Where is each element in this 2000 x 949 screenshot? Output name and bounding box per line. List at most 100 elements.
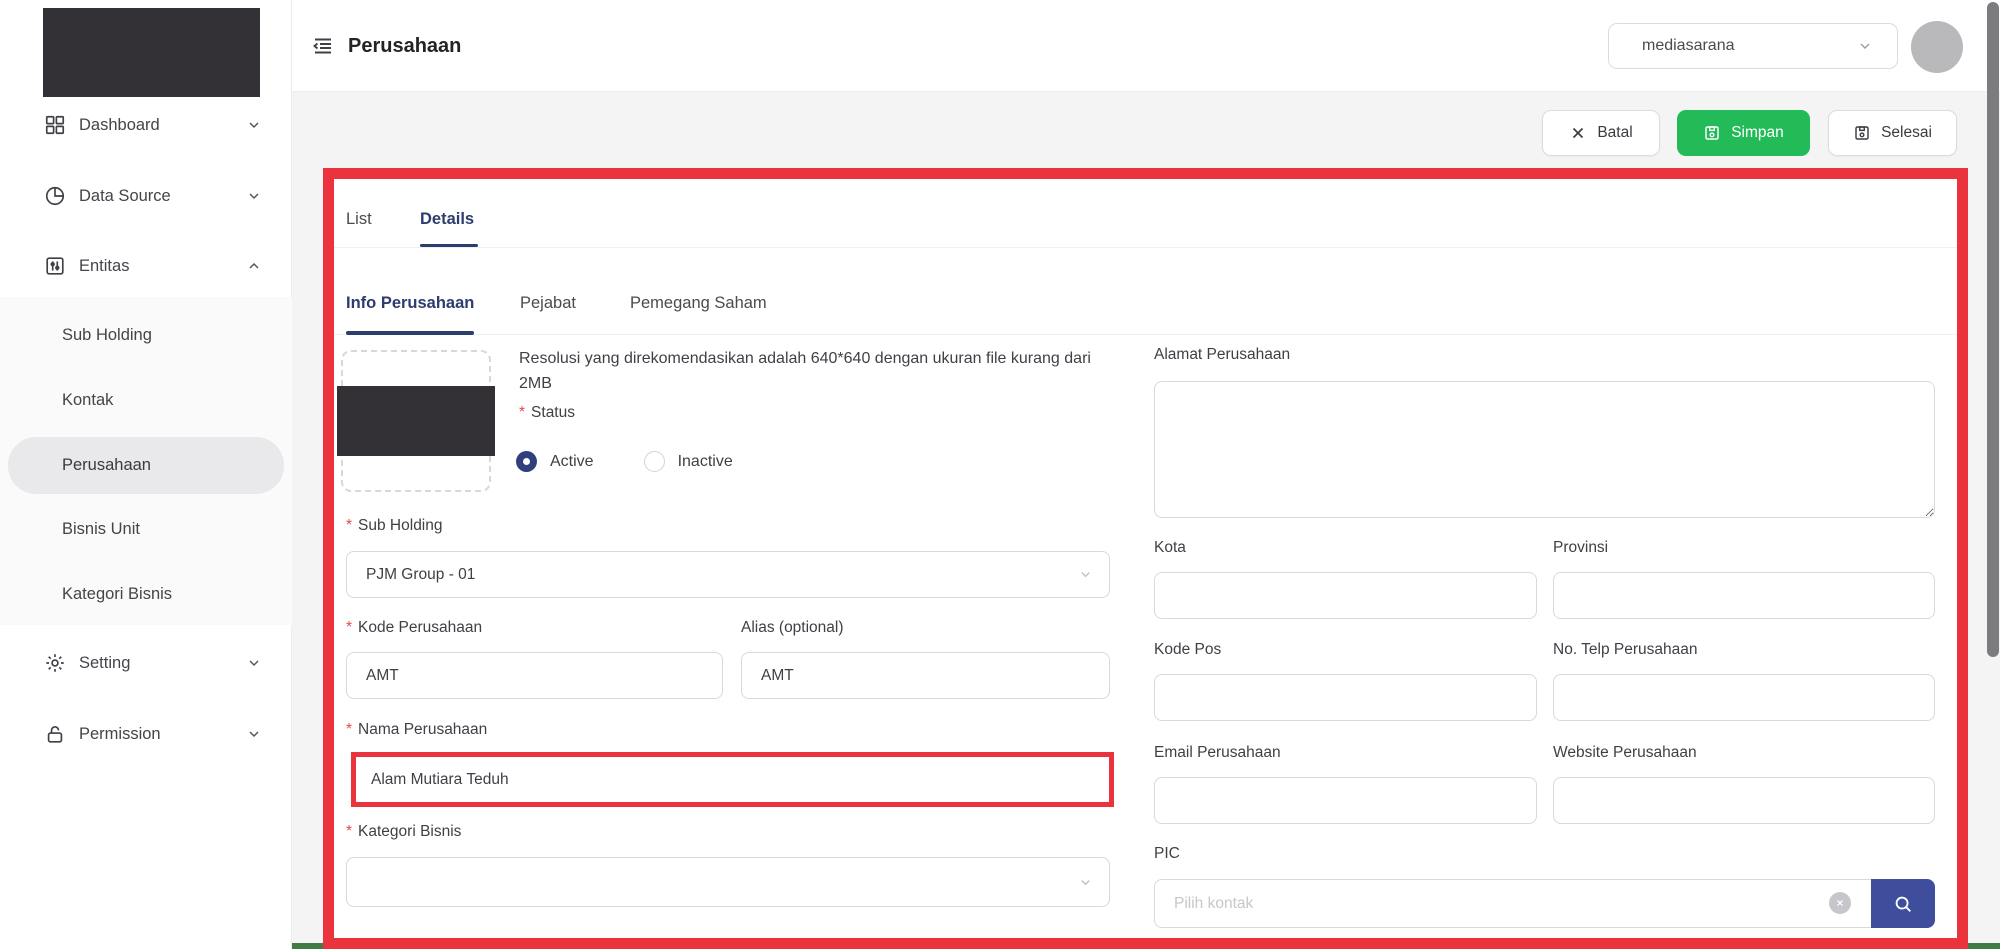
kategori-bisnis-select[interactable] xyxy=(346,857,1110,907)
save-icon xyxy=(1853,124,1871,142)
app-logo xyxy=(43,8,260,97)
subtab-pemegang-saham[interactable]: Pemegang Saham xyxy=(630,294,767,313)
sidebar-item-entitas[interactable]: Entitas xyxy=(0,246,292,286)
save-icon xyxy=(1703,124,1721,142)
kode-pos-input[interactable] xyxy=(1154,674,1537,721)
kode-perusahaan-input[interactable] xyxy=(346,652,723,699)
chevron-down-icon xyxy=(1078,567,1093,582)
tab-details[interactable]: Details xyxy=(420,210,474,229)
sidebar-item-setting[interactable]: Setting xyxy=(0,643,292,683)
chevron-down-icon xyxy=(246,117,262,133)
sidebar-item-label: Perusahaan xyxy=(62,456,151,475)
website-input[interactable] xyxy=(1553,777,1935,824)
provinsi-label: Provinsi xyxy=(1553,539,1608,557)
grid-icon xyxy=(44,114,66,136)
sidebar-item-kategori-bisnis[interactable]: Kategori Bisnis xyxy=(0,574,292,614)
radio-inactive-label: Inactive xyxy=(678,453,733,471)
email-label: Email Perusahaan xyxy=(1154,744,1281,762)
search-button[interactable] xyxy=(1871,879,1935,928)
entitas-submenu: Sub Holding Kontak Perusahaan Bisnis Uni… xyxy=(0,297,292,625)
sliders-icon xyxy=(44,255,66,277)
save-button-label: Simpan xyxy=(1731,124,1784,142)
sidebar: Dashboard Data Source Entitas Sub Holdin… xyxy=(0,0,292,949)
sidebar-item-label: Bisnis Unit xyxy=(62,520,140,539)
lock-icon xyxy=(44,723,66,745)
sidebar-item-label: Dashboard xyxy=(79,116,160,135)
sidebar-item-perusahaan-active[interactable]: Perusahaan xyxy=(8,437,284,494)
chevron-down-icon xyxy=(246,655,262,671)
finish-button-label: Selesai xyxy=(1881,124,1932,142)
avatar[interactable] xyxy=(1911,21,1963,73)
website-label: Website Perusahaan xyxy=(1553,744,1697,762)
sub-holding-label: *Sub Holding xyxy=(346,517,443,535)
subtab-info-perusahaan[interactable]: Info Perusahaan xyxy=(346,294,474,313)
sidebar-item-label: Entitas xyxy=(79,257,129,276)
sidebar-item-label: Kontak xyxy=(62,391,113,410)
chevron-down-icon xyxy=(246,726,262,742)
upload-hint-text: Resolusi yang direkomendasikan adalah 64… xyxy=(519,346,1099,396)
sidebar-item-dashboard[interactable]: Dashboard xyxy=(0,105,292,145)
kode-perusahaan-label: *Kode Perusahaan xyxy=(346,619,482,637)
telp-input[interactable] xyxy=(1553,674,1935,721)
sidebar-item-label: Permission xyxy=(79,725,161,744)
close-icon xyxy=(1569,124,1587,142)
tab-details-underline xyxy=(420,244,478,247)
top-header: Perusahaan mediasarana xyxy=(292,0,2000,92)
pie-chart-icon xyxy=(44,185,66,207)
status-radio-group: Active Inactive xyxy=(516,451,733,472)
search-icon xyxy=(1892,893,1914,915)
radio-inactive[interactable] xyxy=(644,451,665,472)
subtab-active-underline xyxy=(346,331,474,335)
menu-fold-icon[interactable] xyxy=(311,34,335,58)
divider xyxy=(334,334,1957,335)
alamat-textarea[interactable] xyxy=(1154,381,1935,518)
cancel-button-label: Batal xyxy=(1597,124,1632,142)
vertical-scrollbar-thumb[interactable] xyxy=(1987,2,1999,657)
pic-field-group xyxy=(1154,879,1935,928)
required-marker: * xyxy=(519,404,525,421)
chevron-down-icon xyxy=(246,188,262,204)
pic-label: PIC xyxy=(1154,845,1180,863)
sidebar-item-label: Kategori Bisnis xyxy=(62,585,172,604)
tab-list[interactable]: List xyxy=(346,210,372,229)
kota-label: Kota xyxy=(1154,539,1186,557)
alias-input[interactable] xyxy=(741,652,1110,699)
subtab-pejabat[interactable]: Pejabat xyxy=(520,294,576,313)
workspace-select-value: mediasarana xyxy=(1642,37,1735,55)
kode-pos-label: Kode Pos xyxy=(1154,641,1221,659)
gear-icon xyxy=(44,652,66,674)
alias-label: Alias (optional) xyxy=(741,619,844,637)
sidebar-item-sub-holding[interactable]: Sub Holding xyxy=(0,315,292,355)
workspace-select[interactable]: mediasarana xyxy=(1608,23,1898,69)
sidebar-item-permission[interactable]: Permission xyxy=(0,714,292,754)
annotation-red-highlight xyxy=(351,752,1114,807)
sidebar-item-kontak[interactable]: Kontak xyxy=(0,380,292,420)
pic-input[interactable] xyxy=(1154,879,1935,928)
save-button[interactable]: Simpan xyxy=(1677,110,1810,156)
uploaded-logo-redacted xyxy=(337,386,495,456)
sidebar-item-label: Data Source xyxy=(79,187,171,206)
page-title: Perusahaan xyxy=(348,0,461,92)
kategori-bisnis-label: *Kategori Bisnis xyxy=(346,823,461,841)
sidebar-item-label: Sub Holding xyxy=(62,326,152,345)
sidebar-item-bisnis-unit[interactable]: Bisnis Unit xyxy=(0,509,292,549)
radio-active-label: Active xyxy=(550,453,594,471)
nama-perusahaan-label: *Nama Perusahaan xyxy=(346,721,487,739)
chevron-up-icon xyxy=(246,258,262,274)
status-label: *Status xyxy=(519,404,575,422)
nama-perusahaan-input[interactable] xyxy=(356,757,1109,802)
kota-input[interactable] xyxy=(1154,572,1537,619)
clear-icon[interactable] xyxy=(1829,892,1851,914)
finish-button[interactable]: Selesai xyxy=(1828,110,1957,156)
chevron-down-icon xyxy=(1857,38,1873,54)
cancel-button[interactable]: Batal xyxy=(1542,110,1660,156)
chevron-down-icon xyxy=(1078,875,1093,890)
email-input[interactable] xyxy=(1154,777,1537,824)
provinsi-input[interactable] xyxy=(1553,572,1935,619)
sub-holding-select[interactable]: PJM Group - 01 xyxy=(346,551,1110,598)
sidebar-item-data-source[interactable]: Data Source xyxy=(0,176,292,216)
alamat-label: Alamat Perusahaan xyxy=(1154,346,1290,364)
sidebar-item-label: Setting xyxy=(79,654,130,673)
sub-holding-select-value: PJM Group - 01 xyxy=(366,566,475,584)
radio-active[interactable] xyxy=(516,451,537,472)
